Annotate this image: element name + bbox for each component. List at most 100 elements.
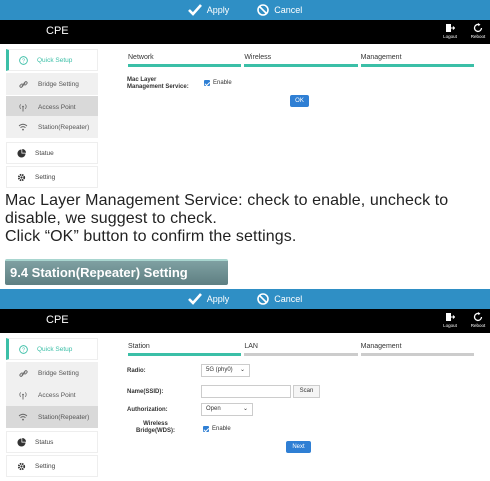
chevron-down-icon: ⌄ bbox=[239, 367, 245, 373]
sidebar-item-label: Station(Repeater) bbox=[38, 123, 90, 131]
section-title: 9.4 Station(Repeater) Setting bbox=[5, 259, 228, 285]
action-bar: Apply Cancel bbox=[0, 0, 490, 20]
check-icon bbox=[187, 4, 202, 16]
tab-management[interactable]: Management bbox=[360, 343, 474, 356]
tab-wireless[interactable]: Wireless bbox=[244, 54, 358, 67]
tab-management[interactable]: Management bbox=[360, 54, 474, 67]
sidebar-item-label: Status bbox=[35, 438, 54, 446]
wifi-icon bbox=[18, 123, 28, 131]
sidebar-item-station-repeater[interactable]: Station(Repeater) bbox=[6, 406, 98, 428]
mac-layer-enable-checkbox[interactable]: Enable bbox=[204, 80, 232, 86]
svg-text:?: ? bbox=[22, 58, 25, 64]
sidebar-item-bridge-setting[interactable]: Bridge Setting bbox=[6, 73, 98, 95]
settings-tabs: Network Wireless Management bbox=[128, 54, 474, 67]
sidebar-item-label: Access Point bbox=[38, 391, 76, 399]
logout-label: Logout bbox=[443, 323, 457, 328]
antenna-icon bbox=[19, 391, 27, 400]
app-header: CPE Logout Reboot bbox=[0, 309, 490, 333]
gear-icon bbox=[17, 462, 25, 470]
scan-button[interactable]: Scan bbox=[293, 385, 320, 398]
ssid-label: Name(SSID): bbox=[127, 389, 164, 395]
logout-icon bbox=[446, 313, 455, 321]
authorization-label: Authorization: bbox=[127, 407, 168, 413]
link-icon bbox=[18, 369, 28, 377]
settings-tabs: Station LAN Management bbox=[128, 343, 474, 356]
action-bar: Apply Cancel bbox=[0, 289, 490, 309]
sidebar-item-quick-setup[interactable]: ? Quick Setup bbox=[6, 338, 98, 360]
radio-select-value: 5G (phy0) bbox=[206, 367, 233, 373]
wds-label: Wireless Bridge(WDS): bbox=[136, 421, 175, 434]
checkbox-checked-icon bbox=[204, 80, 210, 86]
logout-label: Logout bbox=[443, 34, 457, 39]
check-icon bbox=[187, 293, 202, 305]
authorization-select[interactable]: Open ⌄ bbox=[201, 403, 253, 416]
wds-enable-checkbox[interactable]: Enable bbox=[203, 426, 231, 432]
sidebar-item-label: Station(Repeater) bbox=[38, 413, 90, 421]
cancel-label: Cancel bbox=[274, 294, 303, 304]
sidebar-item-label: Quick Setup bbox=[37, 345, 73, 353]
question-circle-icon: ? bbox=[18, 55, 28, 65]
sidebar-item-label: Setting bbox=[35, 173, 56, 181]
sidebar-item-bridge-setting[interactable]: Bridge Setting bbox=[6, 362, 98, 384]
cancel-label: Cancel bbox=[274, 5, 303, 15]
radio-select[interactable]: 5G (phy0) ⌄ bbox=[201, 364, 250, 377]
sidebar-item-status[interactable]: Status bbox=[6, 431, 98, 453]
checkbox-label: Enable bbox=[212, 426, 231, 432]
instructions-text: Mac Layer Management Service: check to e… bbox=[5, 192, 487, 246]
pie-chart-icon bbox=[16, 148, 26, 158]
sidebar-item-label: Bridge Setting bbox=[38, 369, 79, 377]
next-button[interactable]: Next bbox=[286, 441, 311, 453]
sidebar-item-label: Bridge Setting bbox=[38, 80, 79, 88]
checkbox-checked-icon bbox=[203, 426, 209, 432]
instruction-click-ok: Click “OK” button to confirm the setting… bbox=[5, 228, 297, 245]
tab-network[interactable]: Network bbox=[128, 54, 242, 67]
sidebar-item-label: Statue bbox=[35, 149, 54, 157]
link-icon bbox=[18, 80, 28, 88]
ok-button[interactable]: OK bbox=[290, 95, 309, 107]
screenshot-network-settings: Apply Cancel CPE Logout Reboot ? Quick S… bbox=[0, 0, 490, 190]
logout-icon bbox=[446, 24, 455, 32]
svg-text:?: ? bbox=[22, 347, 25, 353]
tab-lan[interactable]: LAN bbox=[244, 343, 358, 356]
sidebar-item-quick-setup[interactable]: ? Quick Setup bbox=[6, 49, 98, 71]
sidebar-item-label: Setting bbox=[35, 462, 56, 470]
sidebar-item-access-point[interactable]: Access Point bbox=[6, 384, 98, 406]
question-circle-icon: ? bbox=[18, 344, 28, 354]
sidebar-item-setting[interactable]: Setting bbox=[6, 455, 98, 477]
apply-label: Apply bbox=[206, 294, 230, 304]
checkbox-label: Enable bbox=[213, 80, 232, 86]
antenna-icon bbox=[19, 103, 27, 112]
ssid-input[interactable] bbox=[201, 385, 291, 398]
authorization-select-value: Open bbox=[206, 406, 221, 412]
reboot-button[interactable]: Reboot bbox=[466, 23, 490, 39]
logout-button[interactable]: Logout bbox=[438, 23, 462, 39]
sidebar-item-access-point[interactable]: Access Point bbox=[6, 96, 98, 118]
cancel-icon bbox=[257, 4, 270, 16]
reboot-label: Reboot bbox=[470, 323, 486, 328]
pie-chart-icon bbox=[16, 437, 26, 447]
sidebar-item-label: Access Point bbox=[38, 103, 76, 111]
app-title: CPE bbox=[46, 25, 69, 37]
reboot-button[interactable]: Reboot bbox=[466, 312, 490, 328]
sidebar-item-setting[interactable]: Setting bbox=[6, 166, 98, 188]
apply-button[interactable]: Apply bbox=[187, 4, 230, 16]
reboot-icon bbox=[473, 23, 483, 33]
app-title: CPE bbox=[46, 314, 69, 326]
tab-station[interactable]: Station bbox=[128, 343, 242, 356]
cancel-button[interactable]: Cancel bbox=[257, 4, 302, 16]
chevron-down-icon: ⌄ bbox=[242, 406, 248, 412]
sidebar-item-label: Quick Setup bbox=[37, 56, 73, 64]
app-header: CPE Logout Reboot bbox=[0, 20, 490, 44]
screenshot-station-settings: Apply Cancel CPE Logout Reboot ? Quick S… bbox=[0, 289, 490, 481]
reboot-icon bbox=[473, 312, 483, 322]
apply-label: Apply bbox=[206, 5, 230, 15]
cancel-button[interactable]: Cancel bbox=[257, 293, 302, 305]
reboot-label: Reboot bbox=[470, 34, 486, 39]
sidebar-item-status[interactable]: Statue bbox=[6, 142, 98, 164]
radio-label: Radio: bbox=[127, 368, 146, 374]
apply-button[interactable]: Apply bbox=[187, 293, 230, 305]
sidebar-item-station-repeater[interactable]: Station(Repeater) bbox=[6, 116, 98, 138]
gear-icon bbox=[17, 173, 25, 181]
logout-button[interactable]: Logout bbox=[438, 312, 462, 328]
instruction-mac-layer: Mac Layer Management Service: check to e… bbox=[5, 192, 449, 227]
